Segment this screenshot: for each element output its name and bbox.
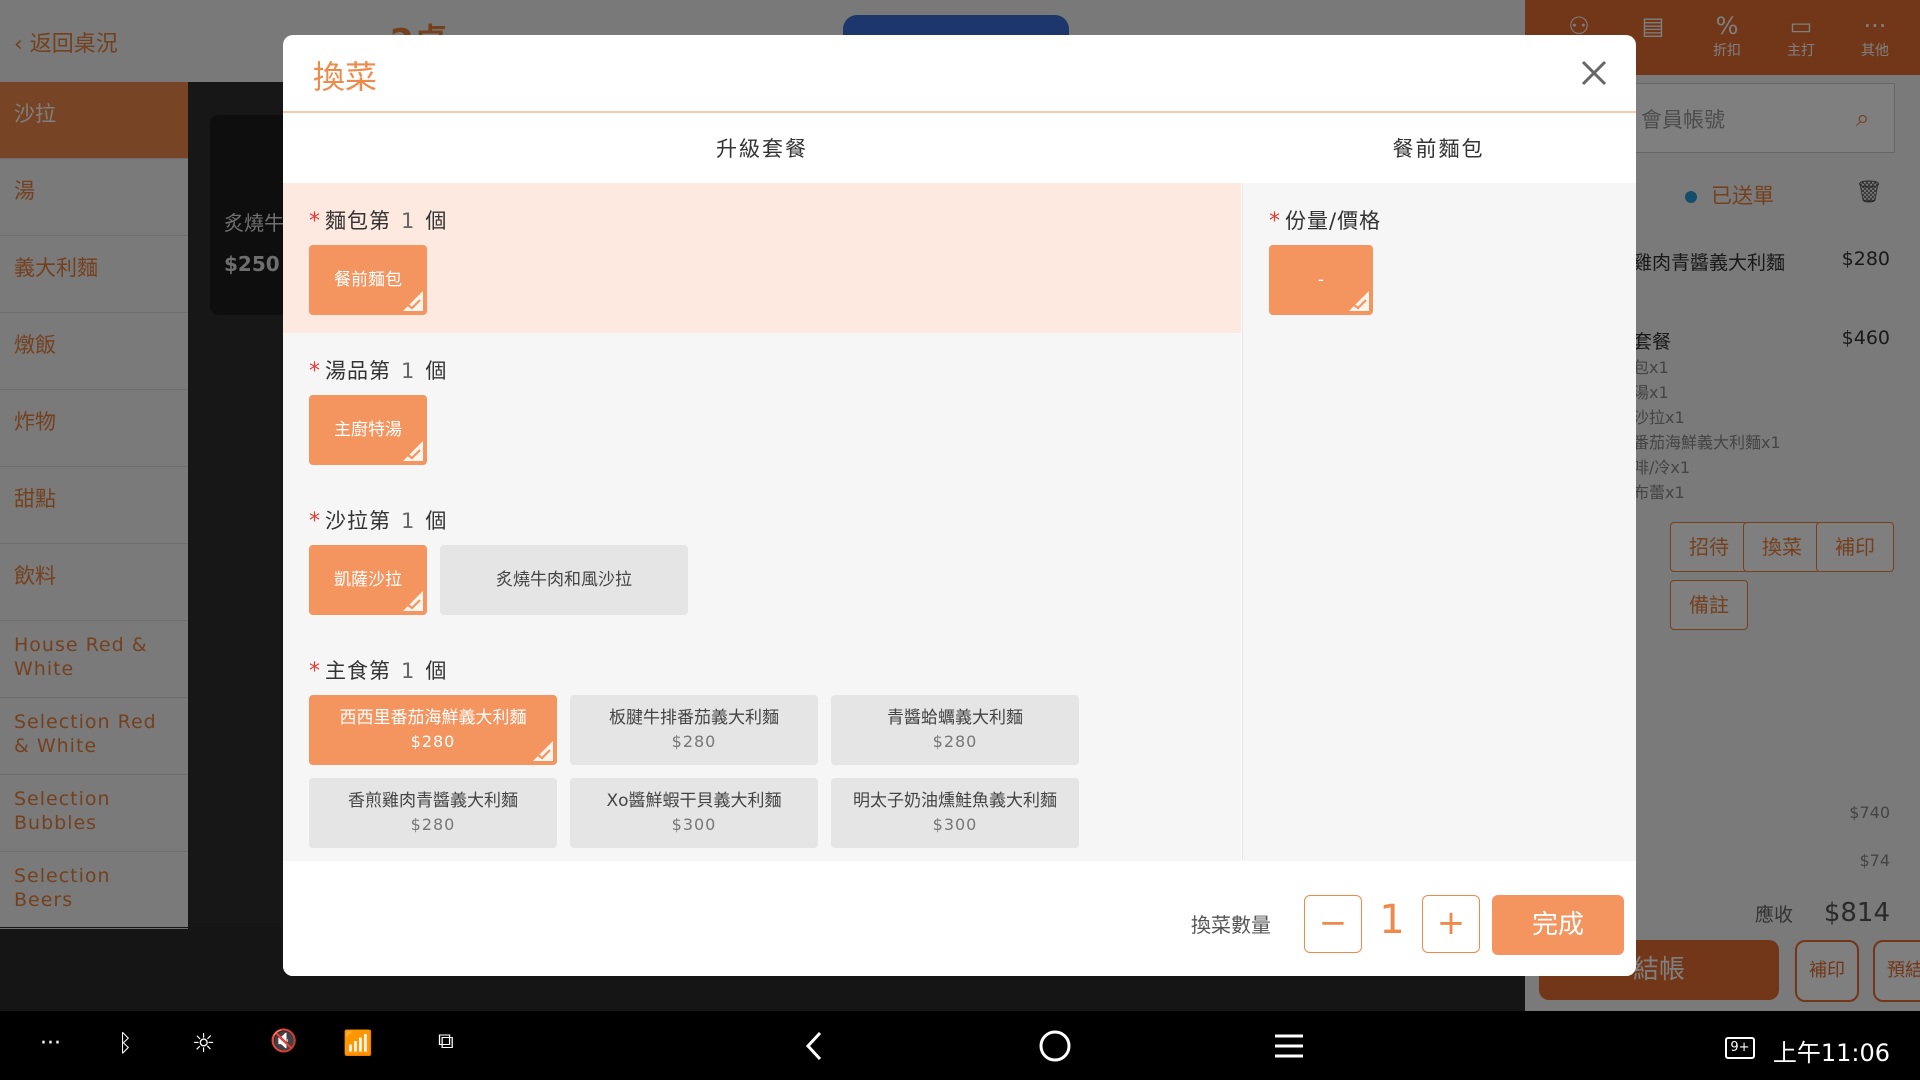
portion-option[interactable]: - bbox=[1269, 245, 1373, 315]
section-title: * 麵包第 1 個 bbox=[309, 203, 1241, 239]
option-button[interactable]: 香煎雞肉青醬義大利麵 $280 bbox=[309, 778, 557, 848]
option-label: 香煎雞肉青醬義大利麵 bbox=[348, 791, 518, 811]
section-title: * 湯品第 1 個 bbox=[309, 353, 1241, 389]
done-button[interactable]: 完成 bbox=[1492, 895, 1624, 955]
section-count: 1 bbox=[401, 509, 416, 533]
required-star: * bbox=[1269, 209, 1281, 234]
option-section: * 湯品第 1 個主廚特湯 bbox=[283, 333, 1241, 483]
option-price: $300 bbox=[932, 815, 978, 834]
section-title: * 沙拉第 1 個 bbox=[309, 503, 1241, 539]
section-count: 1 bbox=[401, 359, 416, 383]
bluetooth-icon[interactable]: ᛒ bbox=[118, 1029, 152, 1063]
option-sections: * 麵包第 1 個餐前麵包 * 湯品第 1 個主廚特湯 * 沙拉第 1 個凱薩沙拉 炙燒牛肉和風沙拉 * 主… bbox=[283, 183, 1241, 861]
dialog-footer: 換菜數量 − 1 + 完成 bbox=[283, 861, 1636, 976]
home-icon[interactable] bbox=[1038, 1029, 1072, 1063]
option-label: 西西里番茄海鮮義大利麵 bbox=[339, 708, 527, 728]
option-label: Xo醬鮮蝦干貝義大利麵 bbox=[606, 791, 782, 811]
portion-section: * 份量/價格 - bbox=[1243, 183, 1636, 333]
set-options-panel: * 麵包第 1 個餐前麵包 * 湯品第 1 個主廚特湯 * 沙拉第 1 個凱薩沙拉 炙燒牛肉和風沙拉 * 主… bbox=[283, 183, 1241, 861]
section-name: 湯品第 bbox=[325, 359, 391, 383]
option-label: 板腱牛排番茄義大利麵 bbox=[609, 708, 779, 728]
portion-title: 份量/價格 bbox=[1285, 209, 1382, 233]
required-star: * bbox=[309, 359, 321, 384]
section-unit: 個 bbox=[425, 659, 448, 683]
section-title: * 份量/價格 bbox=[1269, 203, 1636, 239]
tab-upgrade-set[interactable]: 升級套餐 bbox=[283, 115, 1241, 183]
menu-icon[interactable] bbox=[1272, 1029, 1306, 1063]
option-label: 青醬蛤蠣義大利麵 bbox=[887, 708, 1023, 728]
section-title: * 主食第 1 個 bbox=[309, 653, 1241, 689]
check-icon bbox=[403, 591, 423, 611]
wifi-icon[interactable]: 📶 bbox=[343, 1029, 377, 1063]
decrease-button[interactable]: − bbox=[1304, 895, 1362, 953]
screen-cast-icon[interactable]: ⧉ bbox=[438, 1029, 472, 1063]
required-star: * bbox=[309, 209, 321, 234]
option-section: * 主食第 1 個西西里番茄海鮮義大利麵 $280 板腱牛排番茄義大利麵 $280 青醬蛤蠣義… bbox=[283, 633, 1241, 861]
option-list: - bbox=[1269, 239, 1636, 333]
section-unit: 個 bbox=[425, 509, 448, 533]
section-name: 主食第 bbox=[325, 659, 391, 683]
option-price: $280 bbox=[410, 732, 456, 751]
brightness-icon[interactable]: ☼ bbox=[192, 1029, 226, 1063]
close-icon[interactable] bbox=[1574, 53, 1614, 93]
increase-button[interactable]: + bbox=[1422, 895, 1480, 953]
check-icon bbox=[403, 441, 423, 461]
option-button[interactable]: 板腱牛排番茄義大利麵 $280 bbox=[570, 695, 818, 765]
section-name: 沙拉第 bbox=[325, 509, 391, 533]
quantity-label: 換菜數量 bbox=[1191, 913, 1271, 937]
option-list: 餐前麵包 bbox=[309, 239, 1241, 333]
option-label: 明太子奶油燻鮭魚義大利麵 bbox=[853, 791, 1057, 811]
clock: 上午11:06 bbox=[1772, 1039, 1890, 1067]
option-button[interactable]: 主廚特湯 bbox=[309, 395, 427, 465]
option-price: $280 bbox=[671, 732, 717, 751]
check-icon bbox=[403, 291, 423, 311]
option-price: $280 bbox=[932, 732, 978, 751]
tab-pre-meal-bread[interactable]: 餐前麵包 bbox=[1241, 115, 1636, 183]
dialog-tabs: 升級套餐 餐前麵包 bbox=[283, 115, 1636, 183]
required-star: * bbox=[309, 659, 321, 684]
back-icon[interactable] bbox=[798, 1029, 832, 1063]
system-nav-bar: ··· ᛒ ☼ 🔇 📶 ⧉ 9+ 上午11:06 bbox=[0, 1011, 1920, 1080]
option-button[interactable]: 明太子奶油燻鮭魚義大利麵 $300 bbox=[831, 778, 1079, 848]
section-unit: 個 bbox=[425, 359, 448, 383]
option-button[interactable]: 西西里番茄海鮮義大利麵 $280 bbox=[309, 695, 557, 765]
option-price: $280 bbox=[410, 815, 456, 834]
option-label: - bbox=[1317, 270, 1325, 290]
notification-badge[interactable]: 9+ bbox=[1725, 1037, 1755, 1059]
minus-icon: − bbox=[1318, 903, 1348, 943]
option-button[interactable]: Xo醬鮮蝦干貝義大利麵 $300 bbox=[570, 778, 818, 848]
check-icon bbox=[533, 741, 553, 761]
plus-icon: + bbox=[1436, 903, 1466, 943]
option-button[interactable]: 青醬蛤蠣義大利麵 $280 bbox=[831, 695, 1079, 765]
section-unit: 個 bbox=[425, 209, 448, 233]
option-button[interactable]: 餐前麵包 bbox=[309, 245, 427, 315]
quantity-value: 1 bbox=[1379, 897, 1405, 943]
option-label: 凱薩沙拉 bbox=[334, 570, 402, 590]
option-button[interactable]: 凱薩沙拉 bbox=[309, 545, 427, 615]
section-name: 麵包第 bbox=[325, 209, 391, 233]
more-icon[interactable]: ··· bbox=[40, 1031, 74, 1065]
option-section: * 沙拉第 1 個凱薩沙拉 炙燒牛肉和風沙拉 bbox=[283, 483, 1241, 633]
required-star: * bbox=[309, 509, 321, 534]
check-icon bbox=[1349, 291, 1369, 311]
section-count: 1 bbox=[401, 209, 416, 233]
dialog-title: 換菜 bbox=[313, 58, 378, 96]
option-label: 餐前麵包 bbox=[334, 270, 402, 290]
section-count: 1 bbox=[401, 659, 416, 683]
option-label: 炙燒牛肉和風沙拉 bbox=[496, 570, 632, 590]
option-button[interactable]: 炙燒牛肉和風沙拉 bbox=[440, 545, 688, 615]
mute-icon[interactable]: 🔇 bbox=[270, 1029, 304, 1063]
option-list: 凱薩沙拉 炙燒牛肉和風沙拉 bbox=[309, 539, 1241, 633]
dialog-header: 換菜 bbox=[283, 35, 1636, 113]
option-list: 主廚特湯 bbox=[309, 389, 1241, 483]
swap-dish-dialog: 換菜 升級套餐 餐前麵包 * 麵包第 1 個餐前麵包 * 湯品第 1 個主廚特湯 * 沙拉第 1 個凱… bbox=[283, 35, 1636, 976]
portion-panel: * 份量/價格 - bbox=[1242, 183, 1636, 861]
option-section: * 麵包第 1 個餐前麵包 bbox=[283, 183, 1241, 333]
option-list: 西西里番茄海鮮義大利麵 $280 板腱牛排番茄義大利麵 $280 青醬蛤蠣義大利麵 $28… bbox=[309, 689, 1241, 861]
option-label: 主廚特湯 bbox=[334, 420, 402, 440]
option-price: $300 bbox=[671, 815, 717, 834]
